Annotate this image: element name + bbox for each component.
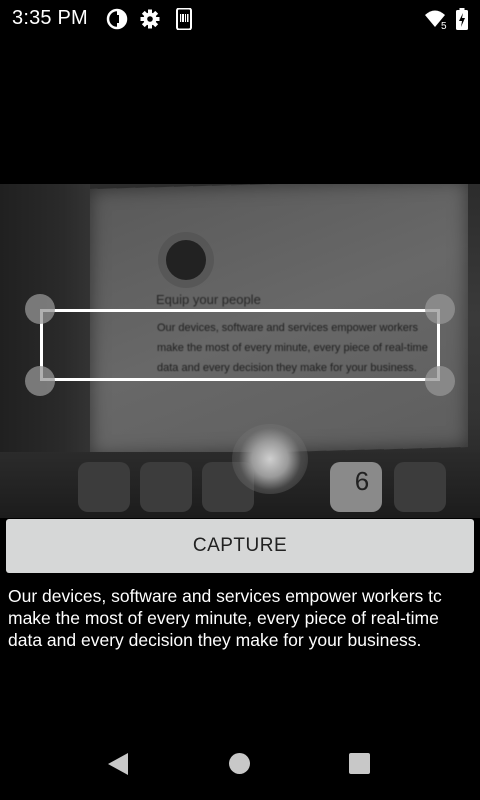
- dock-app: [140, 462, 192, 512]
- preview-heading: Equip your people: [156, 292, 261, 307]
- crop-handle-bottom-left[interactable]: [25, 366, 55, 396]
- data-saver-icon: [106, 8, 128, 30]
- home-icon[interactable]: [229, 753, 250, 774]
- calendar-day: 6: [354, 466, 370, 496]
- screen: 3:35 PM 5 Equip your people Our devices,…: [0, 0, 480, 800]
- status-time: 3:35 PM: [12, 7, 88, 29]
- dock-app: [394, 462, 446, 512]
- light-glare: [232, 424, 308, 494]
- recents-icon[interactable]: [349, 753, 370, 774]
- crop-handle-bottom-right[interactable]: [425, 366, 455, 396]
- capture-button[interactable]: CAPTURE: [6, 519, 474, 573]
- ocr-result-text: Our devices, software and services empow…: [8, 586, 442, 650]
- wifi-icon: 5: [424, 8, 450, 32]
- battery-charging-icon: [455, 8, 469, 30]
- crop-handle-top-right[interactable]: [425, 294, 455, 324]
- crop-handle-top-left[interactable]: [25, 294, 55, 324]
- wifi-label: 5: [441, 21, 447, 30]
- crop-frame[interactable]: [40, 309, 440, 381]
- settings-gear-icon: [139, 8, 161, 30]
- barcode-scanner-icon: [173, 7, 195, 31]
- back-icon[interactable]: [108, 753, 128, 775]
- people-icon: [166, 240, 206, 280]
- dock-app: [78, 462, 130, 512]
- navigation-bar: [0, 730, 480, 800]
- status-bar: 3:35 PM 5: [0, 0, 480, 38]
